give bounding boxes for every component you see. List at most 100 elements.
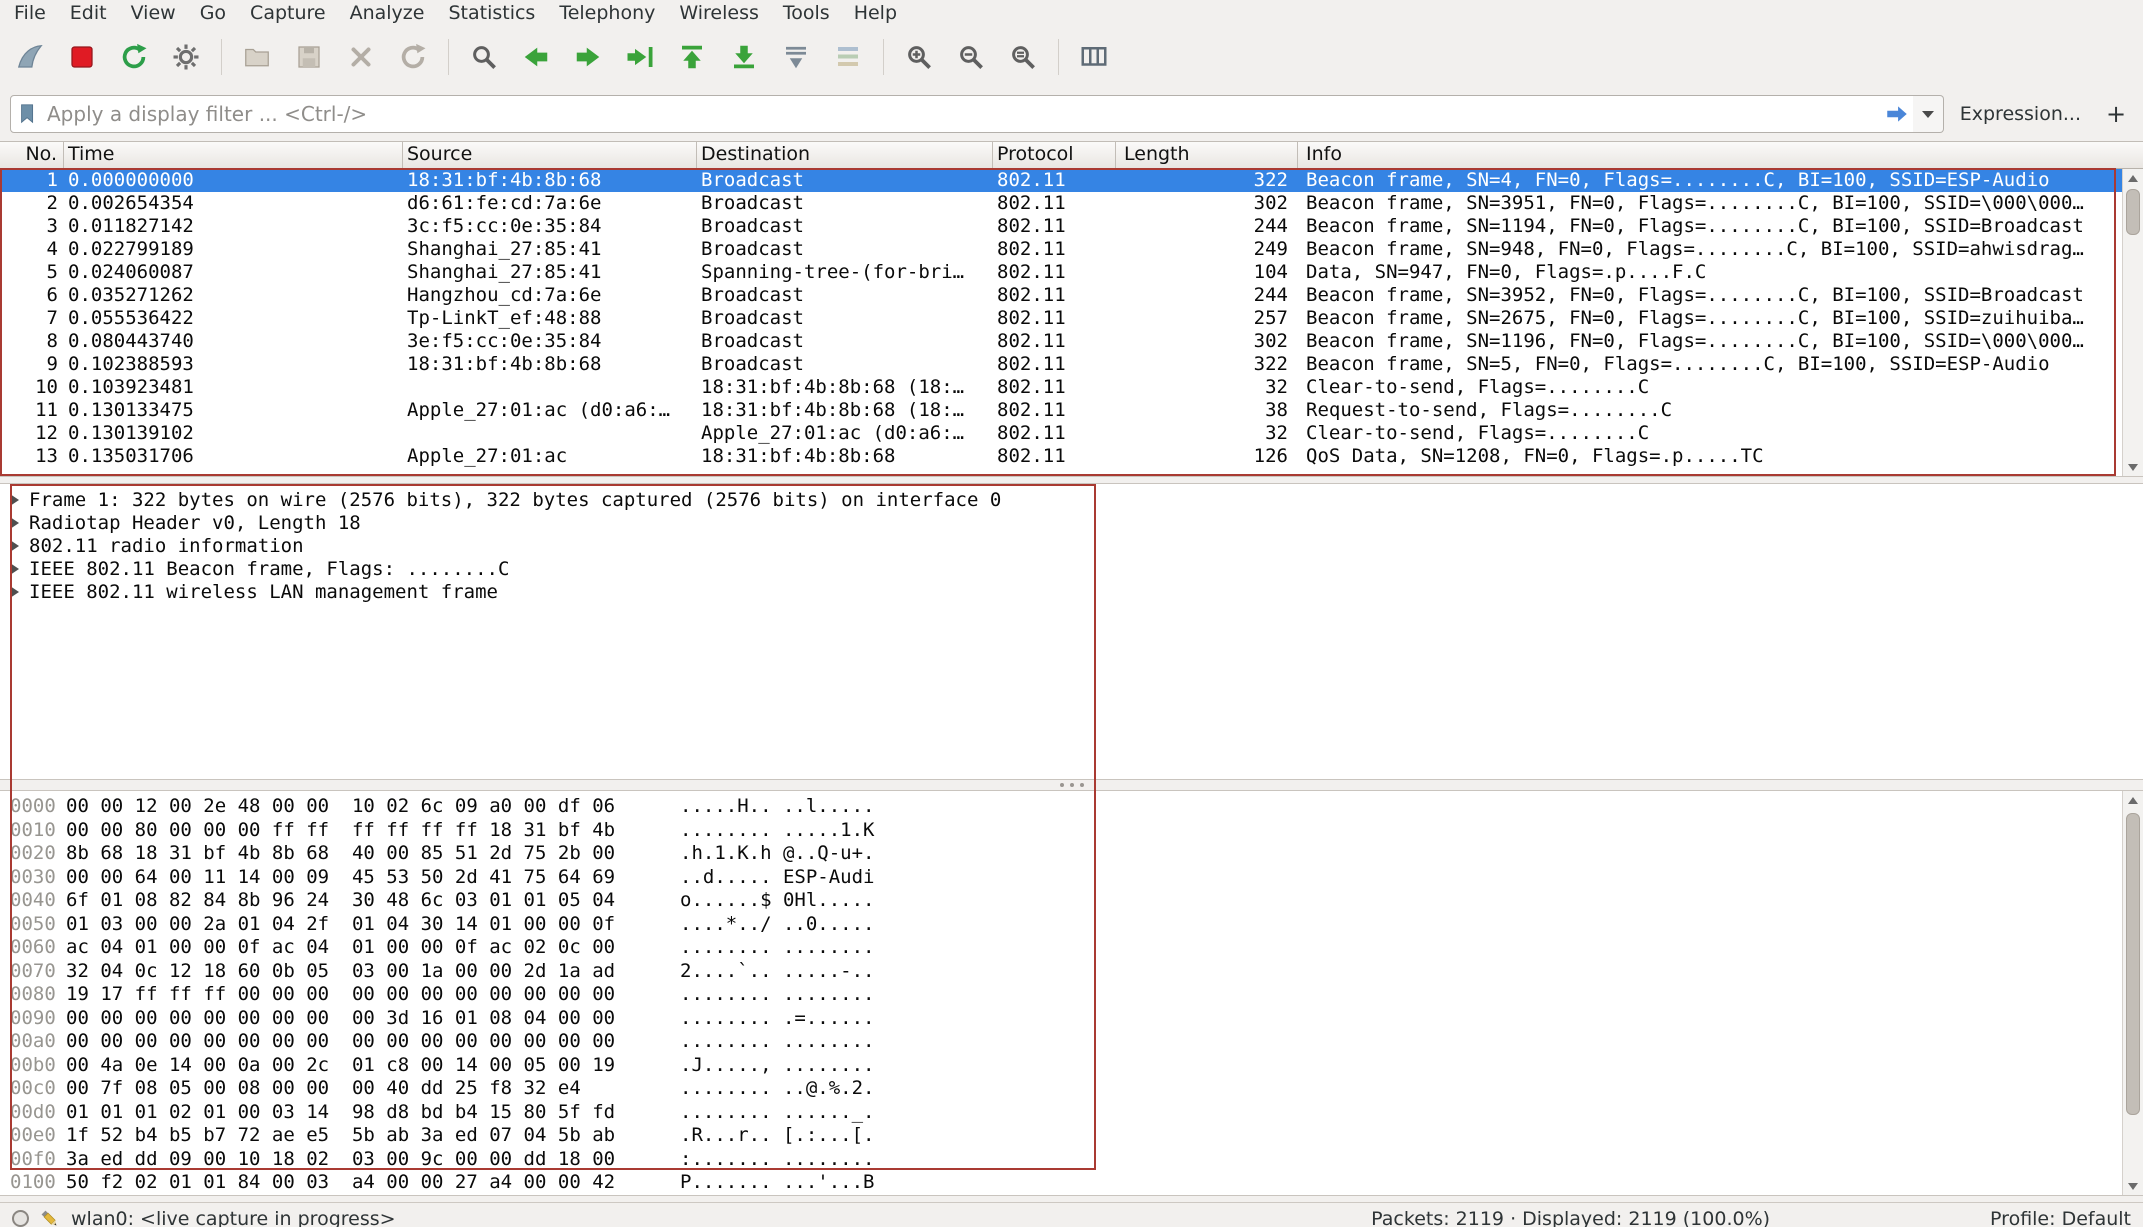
pane-splitter-handle[interactable] (0, 779, 2143, 791)
packet-row[interactable]: 10 0.103923481 18:31:bf:4b:8b:68 (18:… 8… (0, 376, 2122, 399)
go-to-bottom-button[interactable] (721, 34, 767, 80)
packet-row[interactable]: 12 0.130139102 Apple_27:01:ac (d0:a6:… 8… (0, 422, 2122, 445)
packet-row[interactable]: 2 0.002654354 d6:61:fe:cd:7a:6e Broadcas… (0, 192, 2122, 215)
packet-row[interactable]: 6 0.035271262 Hangzhou_cd:7a:6e Broadcas… (0, 284, 2122, 307)
packet-list-scrollbar[interactable] (2122, 169, 2143, 476)
menu-item[interactable]: Statistics (436, 0, 547, 27)
menu-item[interactable]: Telephony (547, 0, 667, 27)
zoom-in-icon (904, 42, 934, 72)
detail-tree-row[interactable]: Radiotap Header v0, Length 18 (8, 511, 2143, 534)
packet-row[interactable]: 1 0.000000000 18:31:bf:4b:8b:68 Broadcas… (0, 169, 2122, 192)
column-header-destination[interactable]: Destination (697, 142, 993, 168)
hex-row[interactable]: 00c0 00 7f 08 05 00 08 00 00 00 40 dd 25… (10, 1077, 2122, 1101)
resize-columns-button[interactable] (1071, 34, 1117, 80)
save-file-button[interactable] (286, 34, 332, 80)
menu-item[interactable]: Tools (771, 0, 842, 27)
menu-item[interactable]: Go (188, 0, 238, 27)
hex-row[interactable]: 00e0 1f 52 b4 b5 b7 72 ae e5 5b ab 3a ed… (10, 1124, 2122, 1148)
detail-tree-row[interactable]: IEEE 802.11 Beacon frame, Flags: .......… (8, 557, 2143, 580)
detail-tree-row[interactable]: 802.11 radio information (8, 534, 2143, 557)
filter-bookmark-icon[interactable] (17, 102, 39, 126)
go-to-packet-button[interactable] (617, 34, 663, 80)
expression-button[interactable]: Expression... (1960, 103, 2081, 125)
packet-row[interactable]: 4 0.022799189 Shanghai_27:85:41 Broadcas… (0, 238, 2122, 261)
zoom-out-button[interactable] (948, 34, 994, 80)
expander-triangle-icon[interactable] (10, 563, 19, 575)
open-file-button[interactable] (234, 34, 280, 80)
hex-row[interactable]: 00a0 00 00 00 00 00 00 00 00 00 00 00 00… (10, 1030, 2122, 1054)
hex-row[interactable]: 0100 50 f2 02 01 01 84 00 03 a4 00 00 27… (10, 1171, 2122, 1195)
display-filter-box[interactable] (10, 95, 1917, 133)
menu-item[interactable]: File (2, 0, 58, 27)
expander-triangle-icon[interactable] (10, 540, 19, 552)
hex-row[interactable]: 00d0 01 01 01 02 01 00 03 14 98 d8 bd b4… (10, 1101, 2122, 1125)
menu-item[interactable]: Wireless (667, 0, 771, 27)
find-packet-button[interactable] (461, 34, 507, 80)
pane-splitter[interactable] (0, 476, 2143, 483)
menu-item[interactable]: Help (842, 0, 909, 27)
scroll-down-icon[interactable] (2123, 458, 2143, 476)
hex-row[interactable]: 0040 6f 01 08 82 84 8b 96 24 30 48 6c 03… (10, 889, 2122, 913)
zoom-original-button[interactable] (1000, 34, 1046, 80)
zoom-in-button[interactable] (896, 34, 942, 80)
hex-row[interactable]: 0060 ac 04 01 00 00 0f ac 04 01 00 00 0f… (10, 936, 2122, 960)
close-file-button[interactable] (338, 34, 384, 80)
packet-row[interactable]: 11 0.130133475 Apple_27:01:ac (d0:a6:… 1… (0, 399, 2122, 422)
go-to-top-button[interactable] (669, 34, 715, 80)
packet-row[interactable]: 13 0.135031706 Apple_27:01:ac 18:31:bf:4… (0, 445, 2122, 468)
scroll-up-icon[interactable] (2123, 791, 2143, 809)
hex-row[interactable]: 00f0 3a ed dd 09 00 10 18 02 03 00 9c 00… (10, 1148, 2122, 1172)
restart-capture-button[interactable] (111, 34, 157, 80)
column-header-length[interactable]: Length (1116, 142, 1298, 168)
column-header-info[interactable]: Info (1298, 142, 2143, 168)
scrollbar-thumb[interactable] (2126, 189, 2140, 235)
packet-row[interactable]: 7 0.055536422 Tp-LinkT_ef:48:88 Broadcas… (0, 307, 2122, 330)
hex-row[interactable]: 0080 19 17 ff ff ff 00 00 00 00 00 00 00… (10, 983, 2122, 1007)
hex-row[interactable]: 0090 00 00 00 00 00 00 00 00 00 3d 16 01… (10, 1007, 2122, 1031)
detail-tree-row[interactable]: Frame 1: 322 bytes on wire (2576 bits), … (8, 488, 2143, 511)
capture-comment-pencil-icon[interactable] (39, 1208, 61, 1227)
column-header-no[interactable]: No. (0, 142, 64, 168)
column-header-time[interactable]: Time (64, 142, 403, 168)
packet-row[interactable]: 9 0.102388593 18:31:bf:4b:8b:68 Broadcas… (0, 353, 2122, 376)
packet-row[interactable]: 8 0.080443740 3e:f5:cc:0e:35:84 Broadcas… (0, 330, 2122, 353)
auto-scroll-button[interactable] (773, 34, 819, 80)
column-header-source[interactable]: Source (403, 142, 697, 168)
expander-triangle-icon[interactable] (10, 517, 19, 529)
colorize-button[interactable] (825, 34, 871, 80)
menu-item[interactable]: Capture (238, 0, 338, 27)
hex-row[interactable]: 00b0 00 4a 0e 14 00 0a 00 2c 01 c8 00 14… (10, 1054, 2122, 1078)
go-forward-button[interactable] (565, 34, 611, 80)
filter-history-dropdown[interactable] (1913, 95, 1944, 133)
hex-row[interactable]: 0070 32 04 0c 12 18 60 0b 05 03 00 1a 00… (10, 960, 2122, 984)
hex-row[interactable]: 0000 00 00 12 00 2e 48 00 00 10 02 6c 09… (10, 795, 2122, 819)
scroll-down-icon[interactable] (2123, 1177, 2143, 1195)
packet-row[interactable]: 5 0.024060087 Shanghai_27:85:41 Spanning… (0, 261, 2122, 284)
capture-options-button[interactable] (163, 34, 209, 80)
hex-row[interactable]: 0050 01 03 00 00 2a 01 04 2f 01 04 30 14… (10, 913, 2122, 937)
detail-tree-row[interactable]: IEEE 802.11 wireless LAN management fram… (8, 580, 2143, 603)
profile-label[interactable]: Profile: Default (1990, 1208, 2131, 1227)
scroll-up-icon[interactable] (2123, 169, 2143, 187)
go-back-button[interactable] (513, 34, 559, 80)
packet-row[interactable]: 3 0.011827142 3c:f5:cc:0e:35:84 Broadcas… (0, 215, 2122, 238)
expander-triangle-icon[interactable] (10, 586, 19, 598)
hex-pane-scrollbar[interactable] (2122, 791, 2143, 1195)
column-header-protocol[interactable]: Protocol (993, 142, 1116, 168)
add-filter-button[interactable]: + (2099, 97, 2133, 131)
reload-file-button[interactable] (390, 34, 436, 80)
start-capture-button[interactable] (7, 34, 53, 80)
apply-filter-arrow-icon[interactable] (1882, 101, 1912, 127)
hex-row[interactable]: 0010 00 00 80 00 00 00 ff ff ff ff ff ff… (10, 819, 2122, 843)
menu-item[interactable]: Edit (58, 0, 119, 27)
expert-info-icon[interactable] (12, 1210, 29, 1227)
scrollbar-thumb[interactable] (2126, 813, 2140, 1115)
hex-row[interactable]: 0020 8b 68 18 31 bf 4b 8b 68 40 00 85 51… (10, 842, 2122, 866)
menu-item[interactable]: View (119, 0, 188, 27)
splitter-dot-icon (1070, 783, 1074, 787)
menu-item[interactable]: Analyze (338, 0, 437, 27)
hex-row[interactable]: 0030 00 00 64 00 11 14 00 09 45 53 50 2d… (10, 866, 2122, 890)
expander-triangle-icon[interactable] (10, 494, 19, 506)
display-filter-input[interactable] (45, 101, 1882, 127)
stop-capture-button[interactable] (59, 34, 105, 80)
